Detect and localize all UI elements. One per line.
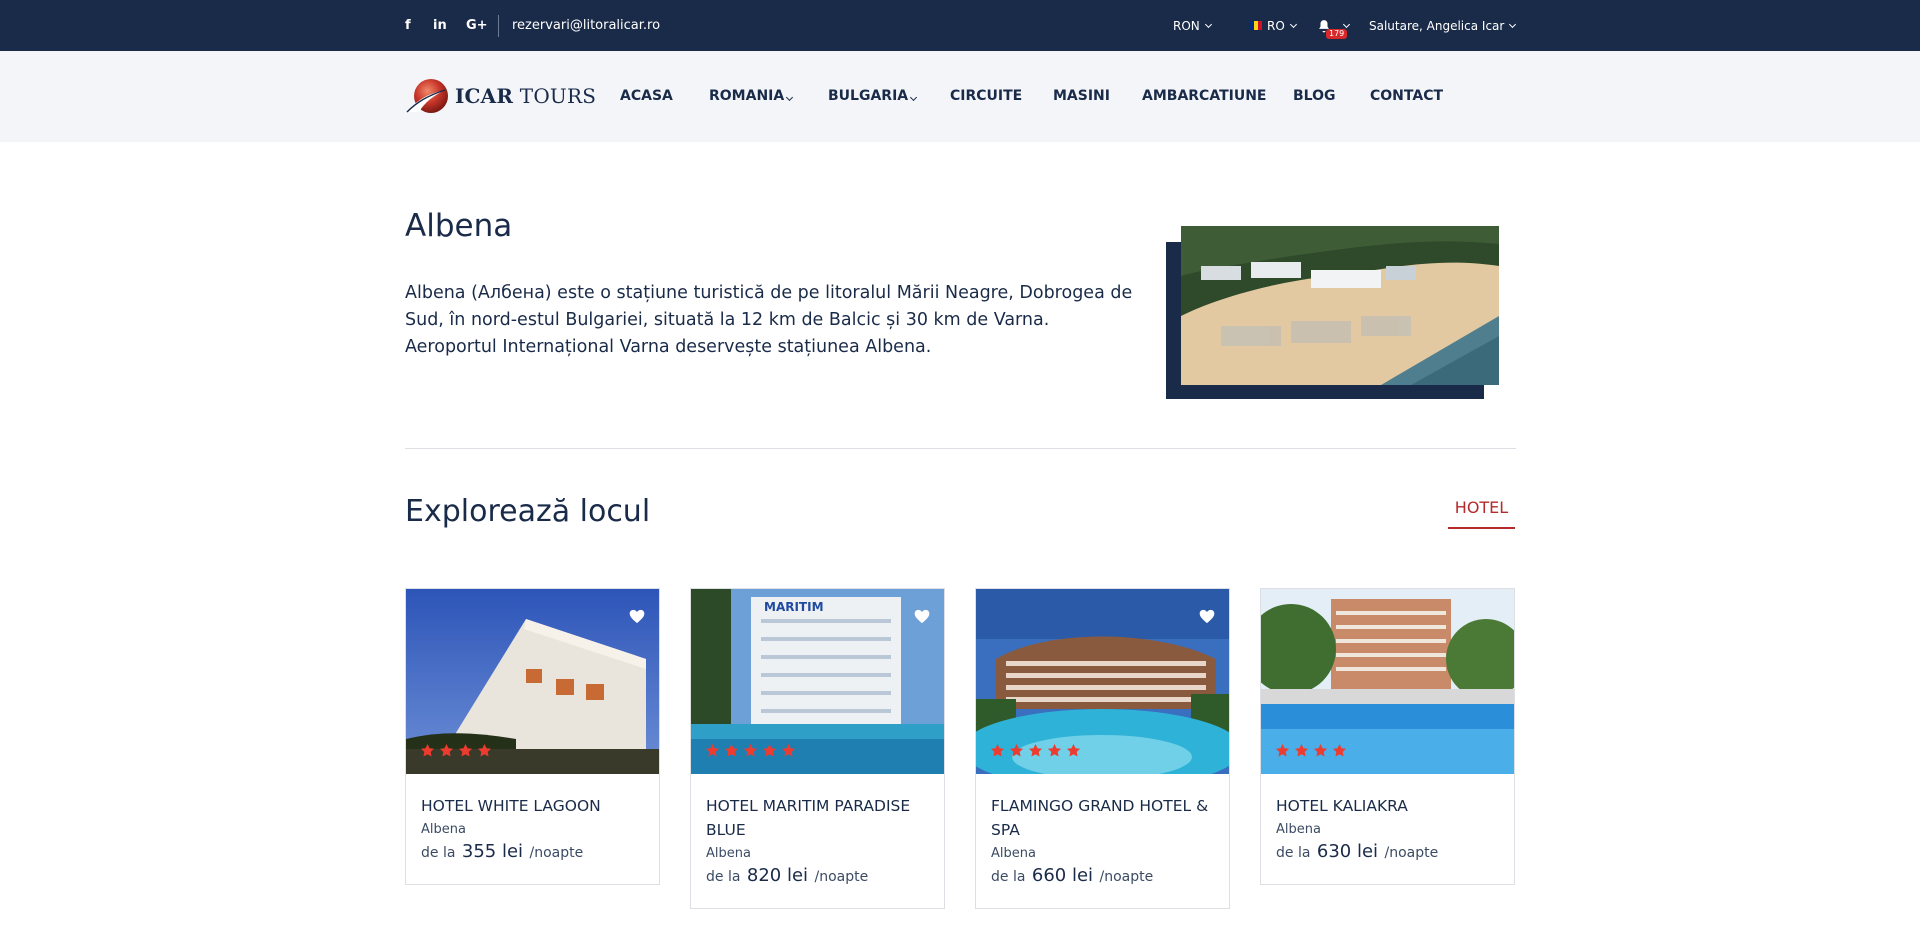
explore-title: Explorează locul — [405, 494, 651, 529]
nav-circuite[interactable]: CIRCUITE — [950, 51, 1022, 142]
user-menu[interactable]: Salutare, Angelica Icar — [1369, 0, 1517, 51]
hotel-star-rating — [705, 743, 796, 758]
tab-hotel[interactable]: HOTEL — [1448, 490, 1515, 529]
star-icon — [1028, 743, 1043, 757]
hotel-photo — [406, 589, 659, 774]
nav-blog[interactable]: BLOG — [1293, 51, 1336, 142]
romania-flag-icon — [1250, 21, 1262, 30]
site-logo[interactable]: ICAR TOURS — [405, 76, 596, 116]
hotel-price: de la 820 lei /noapte — [706, 865, 869, 886]
hotel-location: Albena — [706, 846, 751, 861]
user-greeting: Salutare, Angelica Icar — [1369, 18, 1505, 33]
chevron-down-icon — [910, 93, 918, 102]
chevron-down-icon — [1204, 20, 1212, 28]
language-selector[interactable]: RO — [1250, 0, 1297, 51]
seagull-logo-icon — [406, 79, 448, 113]
chevron-down-icon — [1509, 20, 1517, 28]
star-icon — [743, 743, 758, 757]
hotel-location: Albena — [421, 822, 466, 837]
star-icon — [781, 743, 796, 757]
favorite-heart-icon[interactable] — [914, 609, 930, 624]
hotel-photo — [976, 589, 1229, 774]
star-icon — [1047, 743, 1062, 757]
hotel-photo — [1261, 589, 1514, 774]
nav-contact[interactable]: CONTACT — [1370, 51, 1443, 142]
hotel-star-rating — [990, 743, 1081, 758]
star-icon — [1009, 743, 1024, 757]
google-plus-icon[interactable]: G+ — [466, 0, 488, 51]
destination-description: Albena (Албена) este o stațiune turistic… — [405, 283, 1133, 357]
star-icon — [439, 743, 454, 757]
hotel-star-rating — [420, 743, 492, 758]
hotel-name[interactable]: HOTEL WHITE LAGOON — [421, 794, 644, 818]
hotel-card[interactable]: HOTEL WHITE LAGOON Albena de la 355 lei … — [405, 588, 660, 885]
chevron-down-icon — [786, 93, 794, 102]
star-icon — [1066, 743, 1081, 757]
contact-email-link[interactable]: rezervari@litoralicar.ro — [512, 0, 660, 51]
currency-label: RON — [1173, 18, 1200, 33]
star-icon — [1332, 743, 1347, 757]
hotel-location: Albena — [1276, 822, 1321, 837]
hotel-card[interactable]: FLAMINGO GRAND HOTEL & SPA Albena de la … — [975, 588, 1230, 909]
favorite-heart-icon[interactable] — [629, 609, 645, 624]
page-title: Albena — [405, 208, 513, 244]
logo-wordmark: ICAR TOURS — [455, 84, 597, 108]
hotel-photo: MARITIM — [691, 589, 944, 774]
hotel-sign-text: MARITIM — [764, 600, 824, 614]
top-bar: f in G+ rezervari@litoralicar.ro RON RO … — [0, 0, 1920, 51]
star-icon — [458, 743, 473, 757]
star-icon — [1313, 743, 1328, 757]
hotel-name[interactable]: FLAMINGO GRAND HOTEL & SPA — [991, 794, 1214, 842]
star-icon — [990, 743, 1005, 757]
language-label: RO — [1267, 18, 1285, 33]
favorite-heart-icon[interactable] — [1199, 609, 1215, 624]
star-icon — [705, 743, 720, 757]
nav-masini[interactable]: MASINI — [1053, 51, 1110, 142]
hotel-name[interactable]: HOTEL MARITIM PARADISE BLUE — [706, 794, 929, 842]
topbar-divider — [498, 15, 499, 37]
hotel-name[interactable]: HOTEL KALIAKRA — [1276, 794, 1499, 818]
section-divider — [405, 448, 1516, 449]
facebook-icon[interactable]: f — [405, 0, 411, 51]
star-icon — [762, 743, 777, 757]
nav-ambarcatiune[interactable]: AMBARCATIUNE — [1142, 51, 1266, 142]
star-icon — [1275, 743, 1290, 757]
linkedin-icon[interactable]: in — [433, 0, 447, 51]
hotel-price: de la 355 lei /noapte — [421, 841, 584, 862]
hotel-location: Albena — [991, 846, 1036, 861]
chevron-down-icon — [1289, 20, 1297, 28]
albena-aerial-image — [1181, 226, 1499, 385]
chevron-down-icon — [1342, 20, 1351, 28]
hotel-price: de la 660 lei /noapte — [991, 865, 1154, 886]
star-icon — [420, 743, 435, 757]
star-icon — [477, 743, 492, 757]
star-icon — [1294, 743, 1309, 757]
hotel-star-rating — [1275, 743, 1347, 758]
notification-count-badge: 179 — [1326, 28, 1348, 39]
currency-selector[interactable]: RON — [1173, 0, 1212, 51]
nav-romania[interactable]: ROMANIA — [709, 51, 794, 142]
hotel-card[interactable]: MARITIM HOTEL MARITIM PARADISE BLUE Albe… — [690, 588, 945, 909]
hotel-price: de la 630 lei /noapte — [1276, 841, 1439, 862]
notifications-button[interactable]: 179 — [1317, 0, 1351, 51]
star-icon — [724, 743, 739, 757]
nav-acasa[interactable]: ACASA — [620, 51, 673, 142]
hotel-card[interactable]: HOTEL KALIAKRA Albena de la 630 lei /noa… — [1260, 588, 1515, 885]
nav-bulgaria[interactable]: BULGARIA — [828, 51, 918, 142]
